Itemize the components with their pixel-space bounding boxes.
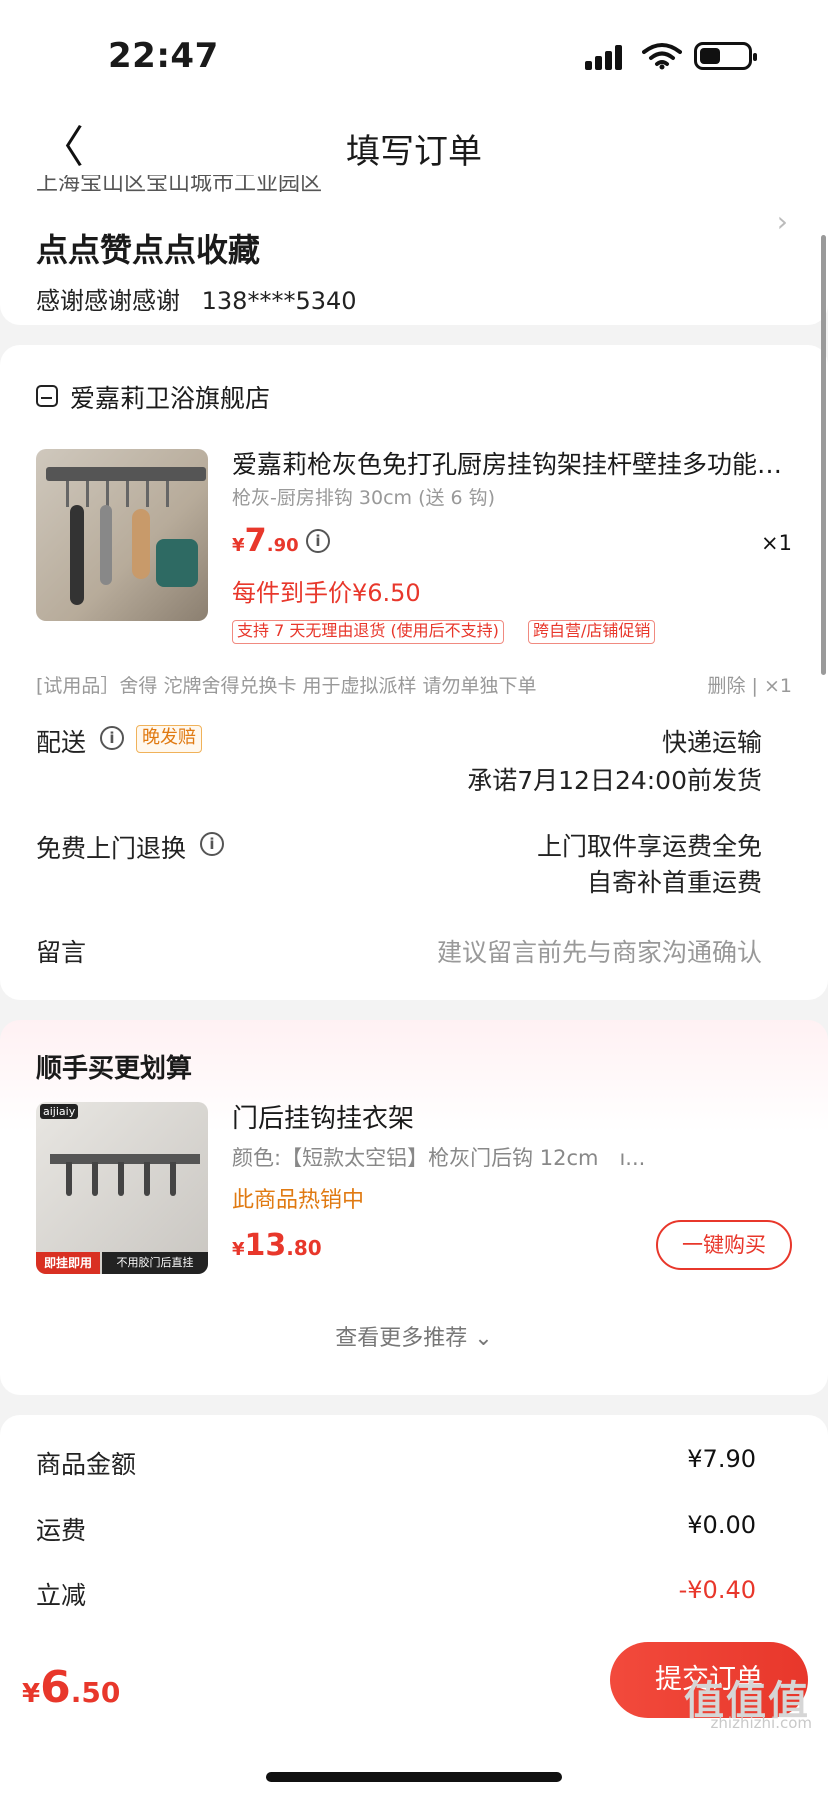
info-icon[interactable]: i xyxy=(100,726,124,750)
info-icon[interactable]: i xyxy=(306,529,330,553)
return-info-line2: 自寄补首重运费 xyxy=(586,868,762,897)
hot-sale-text: 此商品热销中 xyxy=(232,1188,365,1213)
recommend-title: 顺手买更划算 xyxy=(36,1054,193,1084)
recommend-price: ¥13.80 xyxy=(232,1228,322,1263)
store-name[interactable]: 爱嘉莉卫浴旗舰店 xyxy=(70,379,270,415)
one-click-buy-button[interactable]: 一键购买 xyxy=(656,1220,792,1270)
recommend-spec[interactable]: 颜色:【短款太空铝】枪灰门后钩 12cm ı... xyxy=(232,1142,645,1172)
chevron-right-icon[interactable]: › xyxy=(777,205,788,238)
price-int: 7 xyxy=(244,521,267,559)
product-spec[interactable]: 枪灰-厨房排钩 30cm (送 6 钩) xyxy=(232,483,495,510)
message-input[interactable]: 建议留言前先与商家沟通确认 xyxy=(437,933,762,969)
shipping-fee-value: ¥0.00 xyxy=(687,1511,756,1539)
info-icon[interactable]: i xyxy=(200,832,224,856)
store-icon xyxy=(36,385,58,407)
image-banner: 不用胶门后直挂 xyxy=(102,1252,208,1274)
wifi-icon xyxy=(642,43,682,70)
address-line: 上海宝山区宝山城市工业园区 xyxy=(36,175,323,196)
battery-icon xyxy=(694,42,757,70)
price-int: 13 xyxy=(244,1228,287,1263)
product-quantity: ×1 xyxy=(761,531,792,555)
trial-product-text: [试用品］舍得 沱牌舍得兑换卡 用于虚拟派样 请勿单独下单 xyxy=(36,675,537,697)
status-bar: 22:47 xyxy=(0,0,828,110)
shipping-method[interactable]: 快递运输 xyxy=(662,723,762,759)
product-image[interactable] xyxy=(36,449,208,621)
order-goods-card: 爱嘉莉卫浴旗舰店 爱嘉莉枪灰色免打孔厨房挂钩架挂杆壁挂多功能… 枪灰-厨房排钩 … xyxy=(0,345,828,1000)
image-banner: 即挂即用 xyxy=(36,1252,100,1274)
total-price: ¥6.50 xyxy=(22,1662,120,1713)
home-indicator xyxy=(266,1772,562,1782)
shipping-fee-label: 运费 xyxy=(36,1516,87,1545)
product-price: ¥7.90 xyxy=(232,521,299,559)
trial-delete-button[interactable]: 删除 | ×1 xyxy=(708,671,793,698)
address-card[interactable]: 上海宝山区宝山城市工业园区 点点赞点点收藏 感谢感谢感谢 138****5340… xyxy=(0,175,828,325)
recommend-image[interactable]: aijiaiy 即挂即用 不用胶门后直挂 xyxy=(36,1102,208,1274)
signal-icon xyxy=(585,44,629,70)
return-info-line1: 上门取件享运费全免 xyxy=(536,832,762,861)
address-contact: 感谢感谢感谢 138****5340 xyxy=(36,281,357,316)
checkout-bar: ¥6.50 提交订单 值值值 zhizhizhi.com xyxy=(0,1628,828,1795)
status-time: 22:47 xyxy=(108,36,219,76)
shipping-promise: 承诺7月12日24:00前发货 xyxy=(467,766,762,795)
price-dec: .90 xyxy=(266,535,299,556)
final-price: 每件到手价¥6.50 xyxy=(232,579,421,607)
watermark-text: zhizhizhi.com xyxy=(710,1714,812,1732)
price-dec: .80 xyxy=(286,1236,322,1260)
more-recommend-link[interactable]: 查看更多推荐 ⌄ xyxy=(0,1320,828,1352)
shipping-label: 配送 xyxy=(36,728,87,757)
product-title[interactable]: 爱嘉莉枪灰色免打孔厨房挂钩架挂杆壁挂多功能… xyxy=(232,445,792,481)
promotion-tag: 跨自营/店铺促销 xyxy=(528,620,656,644)
brand-logo: aijiaiy xyxy=(40,1104,79,1119)
recommend-name[interactable]: 门后挂钩挂衣架 xyxy=(232,1098,414,1135)
discount-label: 立减 xyxy=(36,1581,87,1610)
discount-value: -¥0.40 xyxy=(678,1576,756,1604)
late-compensation-badge: 晚发赔 xyxy=(136,725,202,753)
goods-amount-label: 商品金额 xyxy=(36,1450,137,1479)
price-symbol: ¥ xyxy=(232,535,245,556)
message-label: 留言 xyxy=(36,938,87,967)
return-label: 免费上门退换 xyxy=(36,834,187,863)
contact-name: 感谢感谢感谢 xyxy=(36,287,180,315)
address-title: 点点赞点点收藏 xyxy=(36,231,261,269)
price-int: 6 xyxy=(40,1662,71,1713)
scrollbar[interactable] xyxy=(821,235,826,675)
page-title: 填写订单 xyxy=(346,132,482,172)
contact-phone: 138****5340 xyxy=(201,287,357,315)
goods-amount-value: ¥7.90 xyxy=(687,1445,756,1473)
price-dec: .50 xyxy=(70,1676,121,1709)
price-symbol: ¥ xyxy=(22,1679,41,1709)
recommend-card: 顺手买更划算 aijiaiy 即挂即用 不用胶门后直挂 门后挂钩挂衣架 颜色:【… xyxy=(0,1020,828,1395)
price-symbol: ¥ xyxy=(232,1239,245,1260)
return-policy-tag: 支持 7 天无理由退货 (使用后不支持) xyxy=(232,620,504,644)
